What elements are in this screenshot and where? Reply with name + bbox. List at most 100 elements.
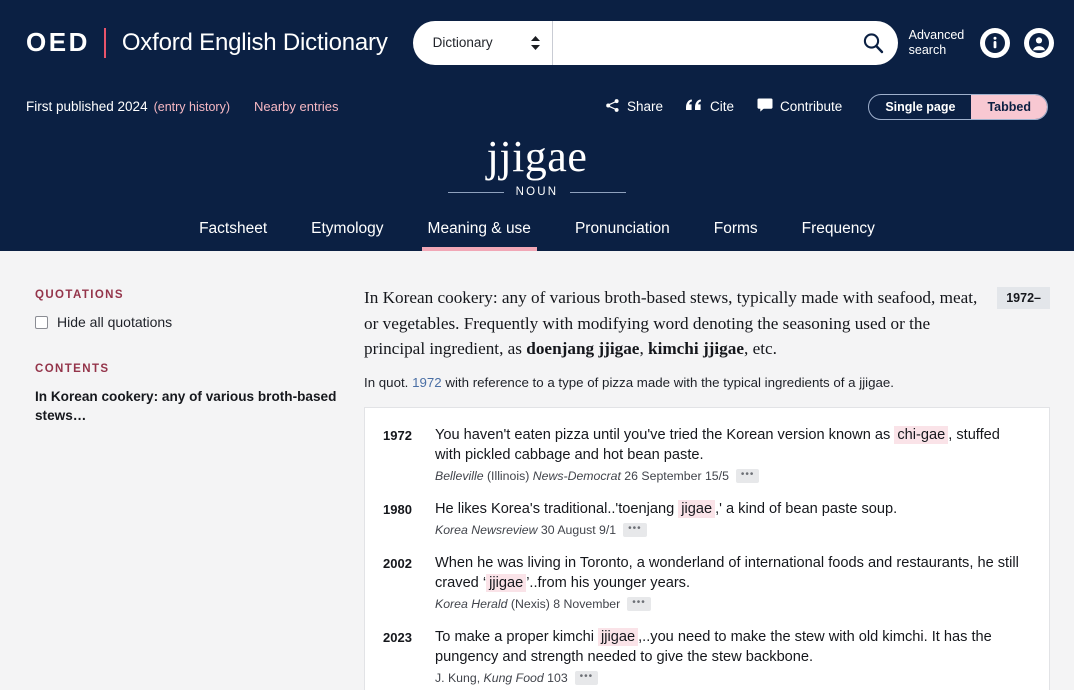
note-year-link[interactable]: 1972 [412,375,442,390]
quotation-text: When he was living in Toronto, a wonderl… [435,554,1027,594]
source-rest: (Nexis) 8 November [507,596,621,611]
info-button[interactable] [980,27,1010,58]
search-field-wrapper [552,20,898,65]
quotation-more-button[interactable]: ••• [735,468,760,483]
logo-full-title: Oxford English Dictionary [121,28,388,56]
note-before: In quot. [364,374,413,390]
entry-history-link[interactable]: (entry history) [154,100,230,114]
quotation-source: Korea Newsreview 30 August 9/1 ••• [435,522,1027,537]
search-scope-value: Dictionary [432,35,493,50]
quotation-text-after: ,' a kind of bean paste soup. [715,500,898,517]
nearby-entries-link[interactable]: Nearby entries [254,99,339,114]
source-rest: (Illinois) [483,468,533,483]
headword-area: jjigae NOUN [26,128,1048,198]
source-rest: J. Kung, [435,670,484,685]
part-of-speech: NOUN [515,186,559,199]
checkbox-box [35,315,48,329]
tab-meaning-use[interactable]: Meaning & use [406,214,553,252]
cite-label: Cite [710,99,735,114]
quotation-highlight: jjigae [598,627,639,646]
quotation-body: You haven't eaten pizza until you've tri… [435,425,1027,483]
source-title: Korea Herald [435,596,508,611]
contribute-button[interactable]: Contribute [757,98,842,115]
quotation-text-before: He likes Korea's traditional..'toenjang [435,500,679,517]
quotation-more-button[interactable]: ••• [574,670,599,685]
definition-bold-2: kimchi jjigae [648,339,744,359]
tab-factsheet[interactable]: Factsheet [177,214,289,251]
quotation-year[interactable]: 1980 [383,500,435,537]
rule-right [570,191,627,193]
advanced-search-link[interactable]: Advanced search [909,28,966,57]
sidebar-quotations-heading: QUOTATIONS [35,289,124,302]
share-label: Share [626,99,663,114]
quotation-text-before: To make a proper kimchi [435,628,599,645]
quotation-text: To make a proper kimchi jjigae ,..you nee… [435,627,1027,668]
account-button[interactable] [1024,27,1054,58]
logo-abbrev: OED [26,27,90,57]
definition-text: In Korean cookery: any of various broth-… [364,285,997,361]
definition-block: In Korean cookery: any of various broth-… [364,285,1050,361]
search-icon[interactable] [862,32,884,54]
view-mode-toggle: Single page Tabbed [868,93,1048,120]
sidebar: QUOTATIONS Hide all quotations CONTENTS … [24,251,364,681]
share-button[interactable]: Share [605,98,663,116]
tab-frequency[interactable]: Frequency [780,214,897,251]
note-after: with reference to a type of pizza made w… [441,374,894,390]
quotation-highlight: chi-gae [894,425,949,444]
quotation-body: When he was living in Toronto, a wonderl… [435,554,1027,611]
user-icon [1029,32,1049,53]
view-single-page-option[interactable]: Single page [869,95,971,119]
quotation-body: He likes Korea's traditional..'toenjang … [435,499,1027,537]
quotation-row: 1980 He likes Korea's traditional..'toen… [383,499,1027,537]
hide-all-quotations-label: Hide all quotations [57,314,173,331]
view-tabbed-option[interactable]: Tabbed [971,94,1047,119]
search-bar: Dictionary [412,20,898,65]
quotation-text: He likes Korea's traditional..'toenjang … [435,499,1027,520]
contribute-label: Contribute [780,99,843,114]
headword: jjigae [486,132,588,181]
quotation-text-before: You haven't eaten pizza until you've tri… [435,426,895,443]
definition-separator: , [639,339,649,359]
tab-pronunciation[interactable]: Pronunciation [553,214,692,251]
tab-etymology[interactable]: Etymology [289,214,405,251]
entry-actions: Share Cite Contribute Single page Tabbed [605,93,1048,120]
quotation-row: 2023 To make a proper kimchi jjigae ,..yo… [383,627,1027,685]
quotation-more-button[interactable]: ••• [623,522,647,537]
source-title-2: Kung Food [483,670,544,685]
cite-button[interactable]: Cite [686,98,735,115]
source-title: Belleville [435,468,484,483]
source-title-2: News-Democrat [532,468,621,483]
quotation-more-button[interactable]: ••• [627,596,651,611]
definition-bold-1: doenjang jjigae [526,339,640,359]
quotation-year[interactable]: 2002 [383,554,435,611]
search-input[interactable] [562,33,862,52]
hide-all-quotations-checkbox[interactable]: Hide all quotations [35,314,338,330]
quotations-panel: 1972 You haven't eaten pizza until you'v… [364,406,1050,690]
quotation-year[interactable]: 2023 [383,628,435,685]
logo-divider [103,27,106,58]
first-published-label: First published 2024 [26,99,148,114]
source-rest: 30 August 9/1 [537,522,617,537]
quotation-year[interactable]: 1972 [383,426,435,483]
search-scope-select[interactable]: Dictionary [412,20,553,65]
chevron-updown-icon [530,35,540,50]
info-icon [985,32,1005,53]
quotation-text: You haven't eaten pizza until you've tri… [435,425,1027,466]
source-rest-2: 26 September 15/5 [620,468,729,483]
site-logo[interactable]: OED Oxford English Dictionary [26,27,388,58]
quotation-body: To make a proper kimchi jjigae ,..you nee… [435,627,1027,685]
main-content: QUOTATIONS Hide all quotations CONTENTS … [0,251,1074,690]
tab-forms[interactable]: Forms [692,214,780,251]
quotation-text-after: ’..from his younger years. [526,574,691,591]
source-rest-2: 103 [543,670,568,685]
entry-tabs: Factsheet Etymology Meaning & use Pronun… [26,214,1048,252]
quotation-row: 1972 You haven't eaten pizza until you'v… [383,425,1027,483]
source-title: Korea Newsreview [435,522,538,537]
sidebar-contents-heading: CONTENTS [35,363,110,376]
sidebar-contents-item[interactable]: In Korean cookery: any of various broth-… [35,387,338,426]
part-of-speech-row: NOUN [26,186,1048,198]
definition-part-2: , etc. [743,339,777,359]
quotation-source: J. Kung, Kung Food 103 ••• [435,670,1027,685]
comment-icon [757,98,773,115]
quote-icon [686,98,703,115]
